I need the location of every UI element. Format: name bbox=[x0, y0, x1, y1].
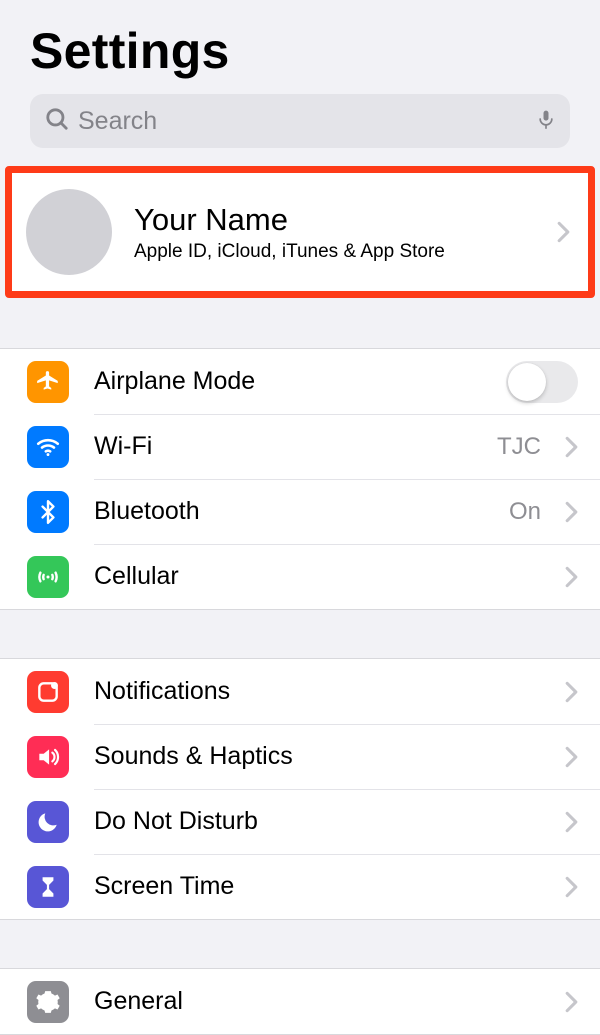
gear-icon bbox=[27, 981, 69, 1023]
profile-subtitle: Apple ID, iCloud, iTunes & App Store bbox=[134, 241, 547, 263]
microphone-icon[interactable] bbox=[536, 105, 556, 138]
sounds-icon bbox=[27, 736, 69, 778]
chevron-right-icon bbox=[565, 501, 578, 523]
airplane-mode-row[interactable]: Airplane Mode bbox=[0, 349, 600, 414]
general-row[interactable]: General bbox=[0, 969, 600, 1034]
cellular-icon bbox=[27, 556, 69, 598]
general-label: General bbox=[94, 987, 555, 1016]
chevron-right-icon bbox=[565, 566, 578, 588]
wifi-icon bbox=[27, 426, 69, 468]
notifications-label: Notifications bbox=[94, 677, 555, 706]
dnd-label: Do Not Disturb bbox=[94, 807, 555, 836]
bluetooth-label: Bluetooth bbox=[94, 497, 509, 526]
general-section: General bbox=[0, 968, 600, 1035]
moon-icon bbox=[27, 801, 69, 843]
search-placeholder: Search bbox=[78, 107, 536, 136]
wifi-row[interactable]: Wi-Fi TJC bbox=[0, 414, 600, 479]
notifications-section: Notifications Sounds & Haptics Do Not Di… bbox=[0, 658, 600, 920]
chevron-right-icon bbox=[565, 681, 578, 703]
sounds-label: Sounds & Haptics bbox=[94, 742, 555, 771]
search-input[interactable]: Search bbox=[30, 94, 570, 148]
connectivity-section: Airplane Mode Wi-Fi TJC Bluetooth On bbox=[0, 348, 600, 610]
hourglass-icon bbox=[27, 866, 69, 908]
wifi-value: TJC bbox=[497, 433, 541, 461]
bluetooth-row[interactable]: Bluetooth On bbox=[0, 479, 600, 544]
chevron-right-icon bbox=[565, 876, 578, 898]
sounds-row[interactable]: Sounds & Haptics bbox=[0, 724, 600, 789]
notifications-row[interactable]: Notifications bbox=[0, 659, 600, 724]
profile-name: Your Name bbox=[134, 202, 547, 238]
wifi-label: Wi-Fi bbox=[94, 432, 497, 461]
bluetooth-value: On bbox=[509, 498, 541, 526]
search-icon bbox=[44, 106, 70, 137]
cellular-label: Cellular bbox=[94, 562, 555, 591]
chevron-right-icon bbox=[565, 811, 578, 833]
apple-id-row[interactable]: Your Name Apple ID, iCloud, iTunes & App… bbox=[12, 173, 588, 291]
airplane-mode-toggle[interactable] bbox=[506, 361, 578, 403]
dnd-row[interactable]: Do Not Disturb bbox=[0, 789, 600, 854]
toggle-knob bbox=[508, 363, 546, 401]
page-title: Settings bbox=[0, 0, 600, 94]
chevron-right-icon bbox=[565, 991, 578, 1013]
chevron-right-icon bbox=[565, 436, 578, 458]
airplane-mode-label: Airplane Mode bbox=[94, 367, 506, 396]
screen-time-label: Screen Time bbox=[94, 872, 555, 901]
cellular-row[interactable]: Cellular bbox=[0, 544, 600, 609]
avatar bbox=[26, 189, 112, 275]
apple-id-highlight: Your Name Apple ID, iCloud, iTunes & App… bbox=[5, 166, 595, 298]
screen-time-row[interactable]: Screen Time bbox=[0, 854, 600, 919]
notifications-icon bbox=[27, 671, 69, 713]
chevron-right-icon bbox=[557, 221, 570, 243]
chevron-right-icon bbox=[565, 746, 578, 768]
airplane-icon bbox=[27, 361, 69, 403]
bluetooth-icon bbox=[27, 491, 69, 533]
